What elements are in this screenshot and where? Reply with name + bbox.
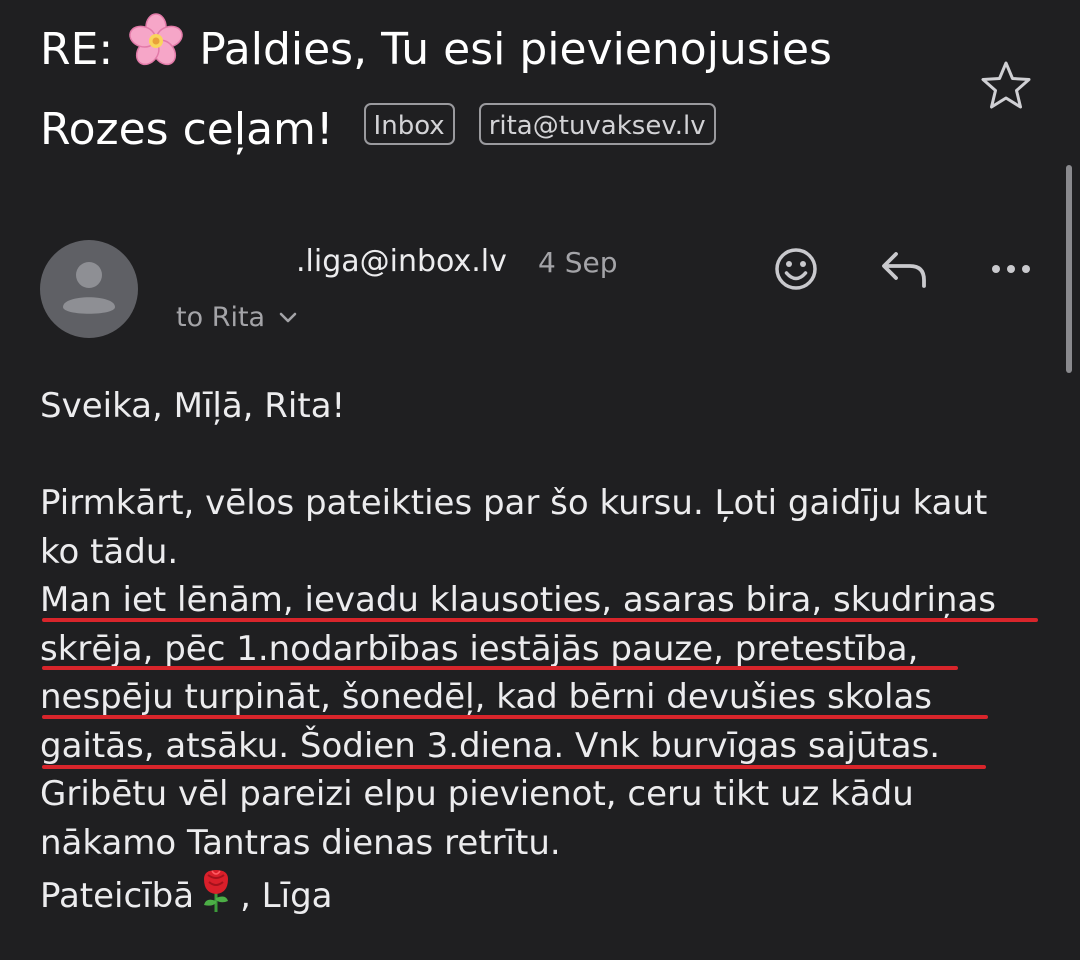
underline-mark bbox=[42, 618, 1038, 622]
label-chip-account[interactable]: rita@tuvaksev.lv bbox=[478, 103, 716, 145]
scrollbar[interactable] bbox=[1066, 165, 1072, 373]
body-line: nākamo Tantras dienas retrītu. bbox=[40, 822, 561, 863]
more-horizontal-icon[interactable] bbox=[984, 240, 1040, 296]
sender-email[interactable]: .liga@inbox.lv bbox=[296, 240, 507, 284]
email-body: Sveika, Mīļā, Rita! Pirmkārt, vēlos pate… bbox=[40, 382, 1050, 927]
greeting-line: Sveika, Mīļā, Rita! bbox=[40, 386, 346, 426]
signoff-name: , Līga bbox=[240, 876, 333, 916]
rose-icon bbox=[194, 867, 240, 927]
email-subject: RE: Paldies, Tu esi pievienojusies Rozes… bbox=[40, 12, 960, 167]
highlighted-line: gaitās, atsāku. Šodien 3.diena. Vnk burv… bbox=[40, 725, 941, 766]
cherry-blossom-icon bbox=[127, 12, 185, 93]
signoff-text: Pateicībā bbox=[40, 876, 195, 916]
underline-mark bbox=[42, 765, 986, 769]
underline-mark bbox=[42, 715, 988, 719]
body-line: ko tādu. bbox=[40, 531, 179, 572]
default-avatar-icon[interactable] bbox=[40, 240, 138, 338]
emoji-react-icon[interactable] bbox=[768, 240, 824, 296]
body-line: Gribētu vēl pareizi elpu pievienot, ceru… bbox=[40, 774, 914, 814]
chevron-down-icon bbox=[279, 312, 297, 324]
label-chip-inbox[interactable]: Inbox bbox=[363, 103, 455, 145]
body-line: Pirmkārt, vēlos pateikties par šo kursu.… bbox=[40, 483, 988, 523]
recipient-toggle[interactable]: to Rita bbox=[176, 298, 297, 338]
signoff-line: Pateicībā , Līga bbox=[40, 867, 1050, 927]
email-date: 4 Sep bbox=[538, 246, 618, 279]
subject-prefix: RE: bbox=[40, 24, 114, 75]
star-icon[interactable] bbox=[978, 58, 1034, 114]
reply-icon[interactable] bbox=[876, 240, 932, 296]
underline-mark bbox=[42, 666, 958, 670]
recipient-label: to Rita bbox=[176, 302, 266, 333]
